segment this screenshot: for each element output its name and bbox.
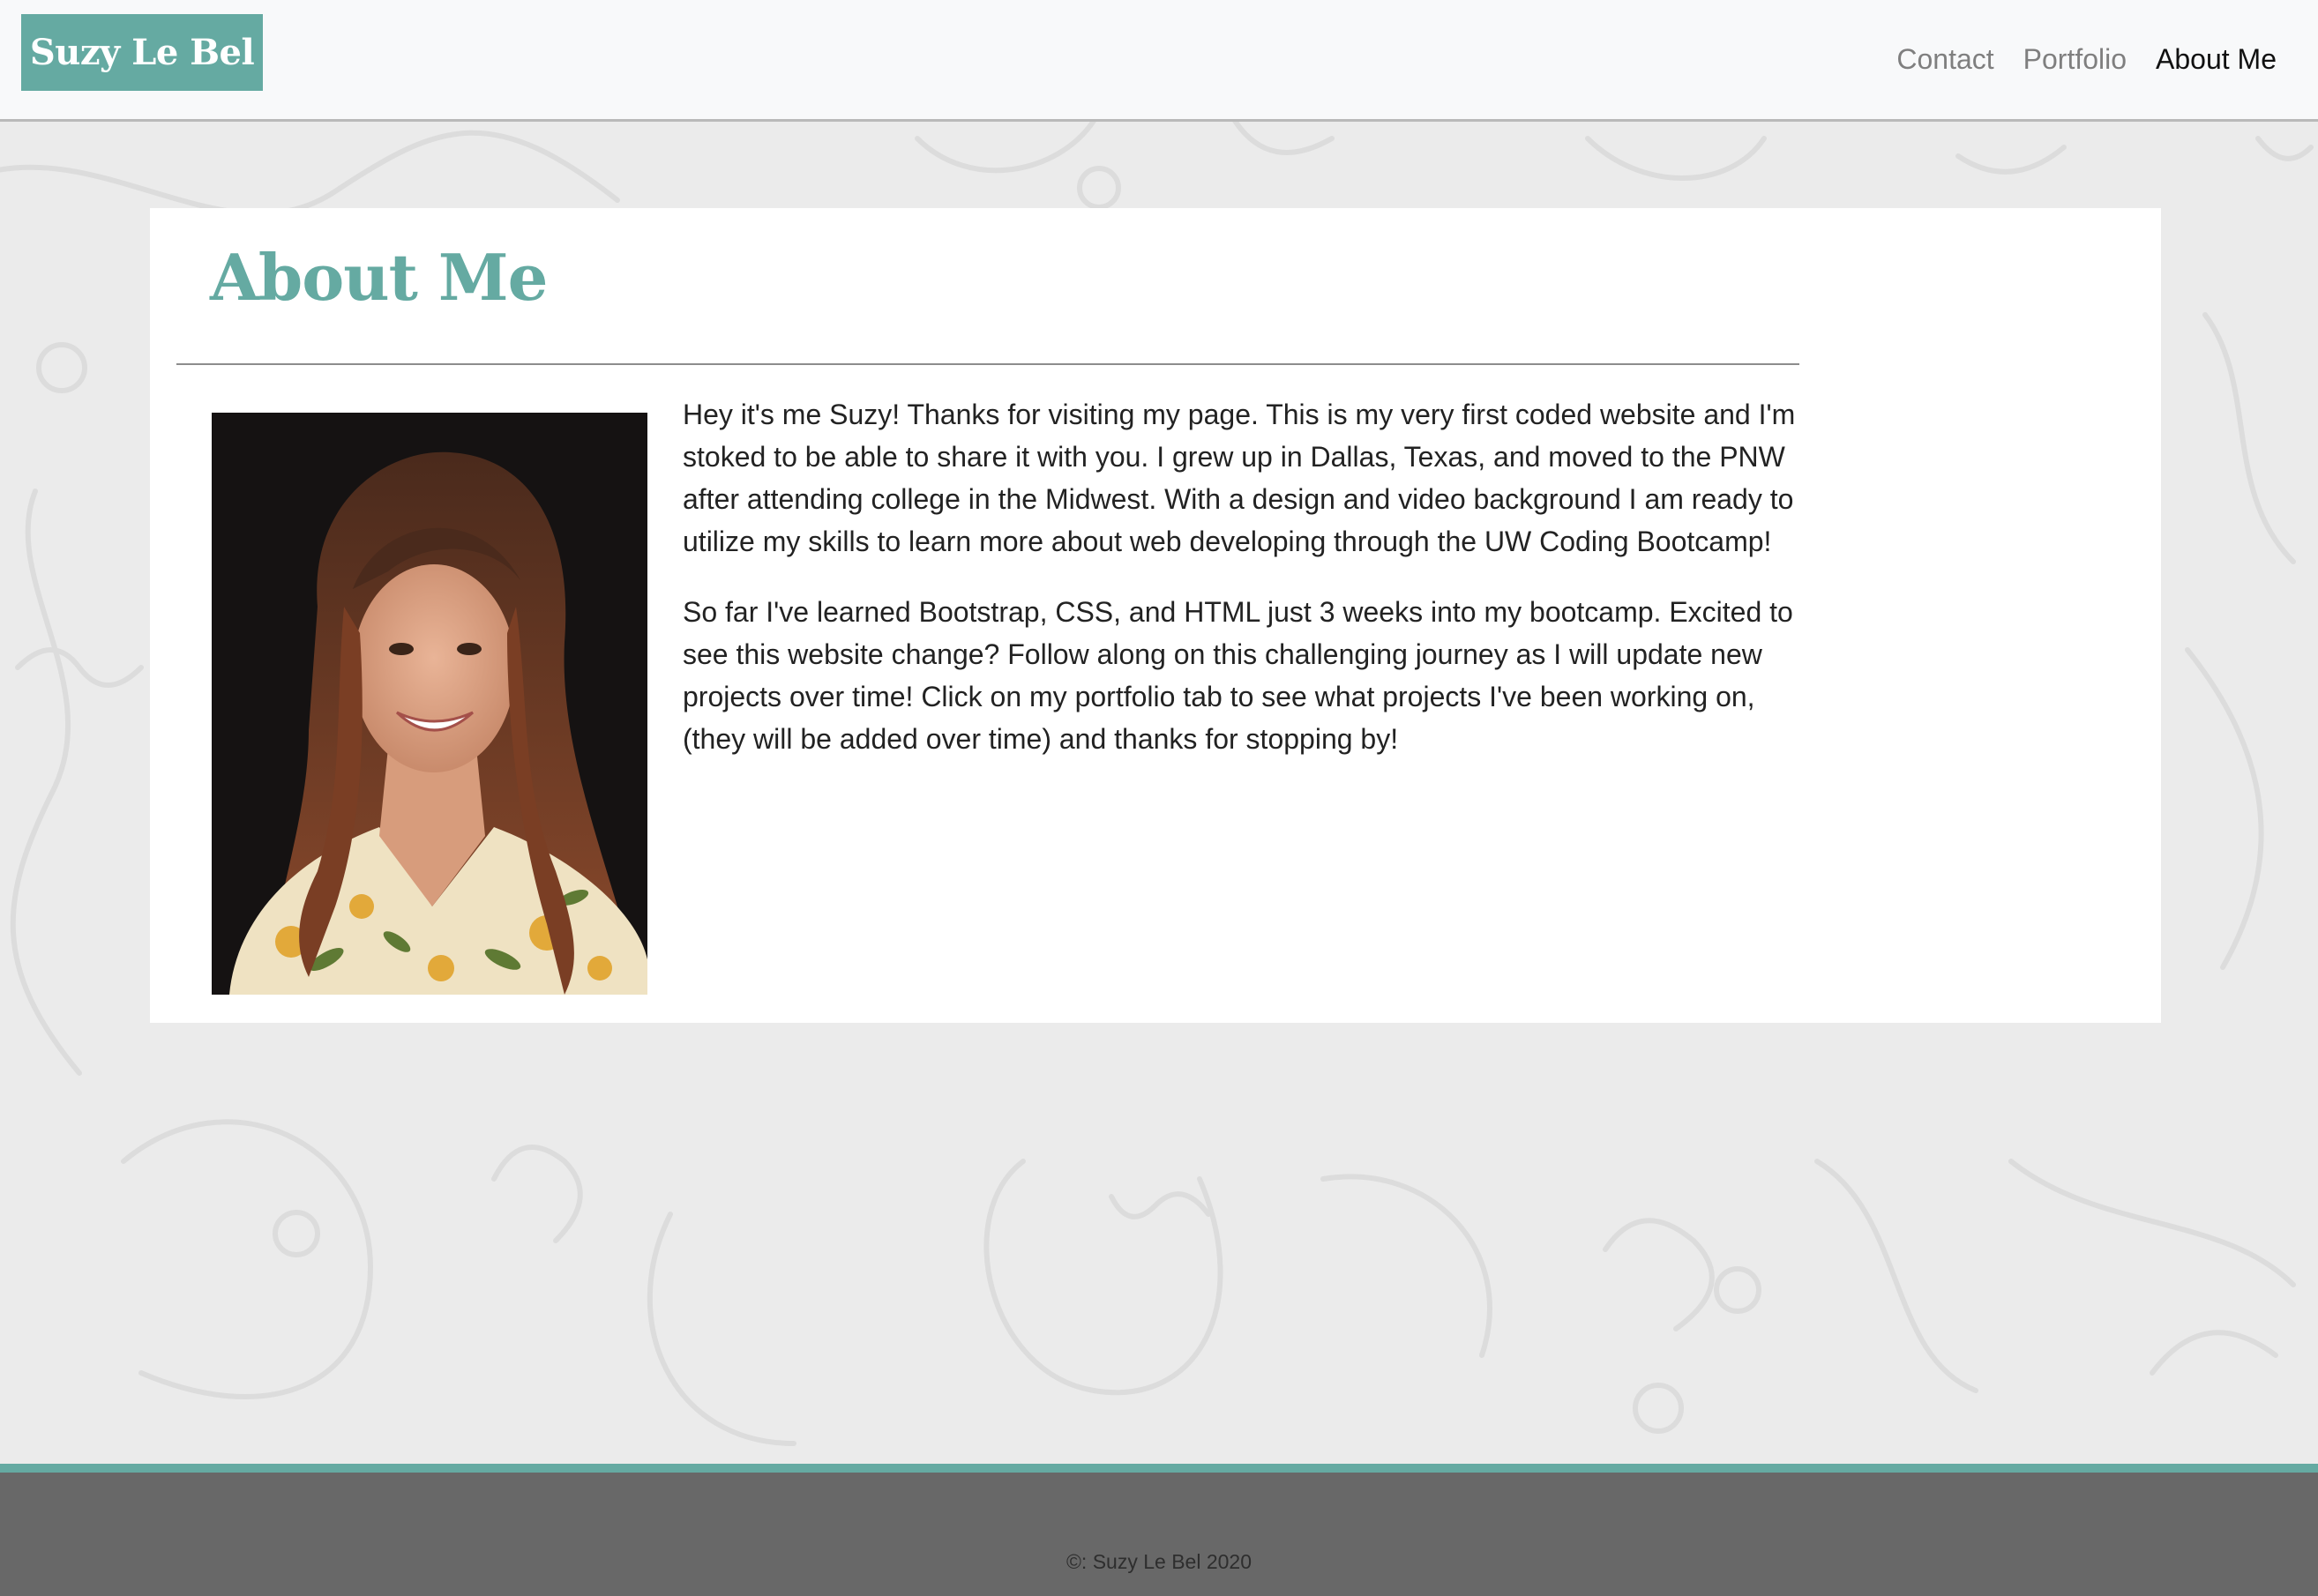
nav-links: Contact Portfolio About Me — [1867, 0, 2277, 119]
profile-photo — [212, 413, 647, 995]
nav-link-contact[interactable]: Contact — [1896, 43, 1993, 76]
copyright-text: ©: Suzy Le Bel 2020 — [1066, 1550, 1252, 1573]
top-navbar: Suzy Le Bel Contact Portfolio About Me — [0, 0, 2318, 122]
bio-text: Hey it's me Suzy! Thanks for visiting my… — [683, 393, 1812, 788]
page-footer: ©: Suzy Le Bel 2020 — [0, 1464, 2318, 1596]
brand-logo-link[interactable]: Suzy Le Bel — [21, 14, 263, 91]
bio-paragraph-2: So far I've learned Bootstrap, CSS, and … — [683, 596, 1793, 755]
nav-link-portfolio[interactable]: Portfolio — [2023, 43, 2127, 76]
about-me-card: About Me Hey it's me Suzy! Thanks for vi… — [150, 208, 2161, 1023]
page-title: About Me — [210, 240, 548, 315]
nav-link-about-me[interactable]: About Me — [2156, 43, 2277, 76]
title-divider — [176, 363, 1799, 365]
bio-paragraph-1: Hey it's me Suzy! Thanks for visiting my… — [683, 399, 1796, 557]
